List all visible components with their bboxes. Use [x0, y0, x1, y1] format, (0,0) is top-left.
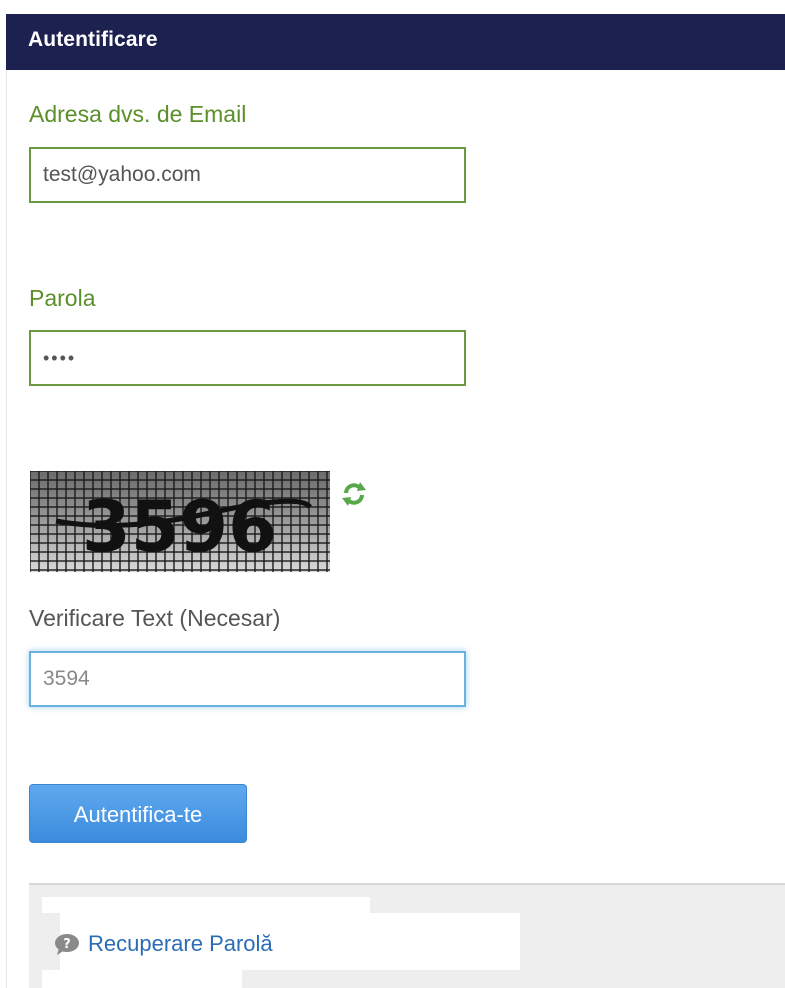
refresh-icon[interactable]	[340, 480, 368, 508]
captcha-image: 3596	[30, 471, 330, 572]
recover-password-link[interactable]: ? Recuperare Parolă	[54, 931, 273, 957]
footer-artifact	[42, 970, 242, 988]
page-title: Autentificare	[28, 28, 158, 51]
login-panel: Autentificare Adresa dvs. de Email Parol…	[0, 0, 785, 988]
header-bar: Autentificare	[6, 14, 785, 70]
footer-artifact	[42, 897, 370, 913]
email-field[interactable]	[29, 147, 466, 203]
svg-text:?: ?	[63, 937, 71, 952]
question-comment-icon: ?	[55, 934, 79, 955]
login-button[interactable]: Autentifica-te	[29, 784, 247, 843]
password-label: Parola	[29, 285, 96, 311]
email-label: Adresa dvs. de Email	[29, 101, 247, 127]
captcha-label: Verificare Text (Necesar)	[29, 605, 281, 631]
password-field[interactable]: ••••	[29, 330, 466, 386]
captcha-input[interactable]	[29, 651, 466, 707]
panel-border	[6, 70, 7, 988]
captcha-text: 3596	[82, 486, 277, 568]
recover-password-label: Recuperare Parolă	[88, 931, 273, 956]
